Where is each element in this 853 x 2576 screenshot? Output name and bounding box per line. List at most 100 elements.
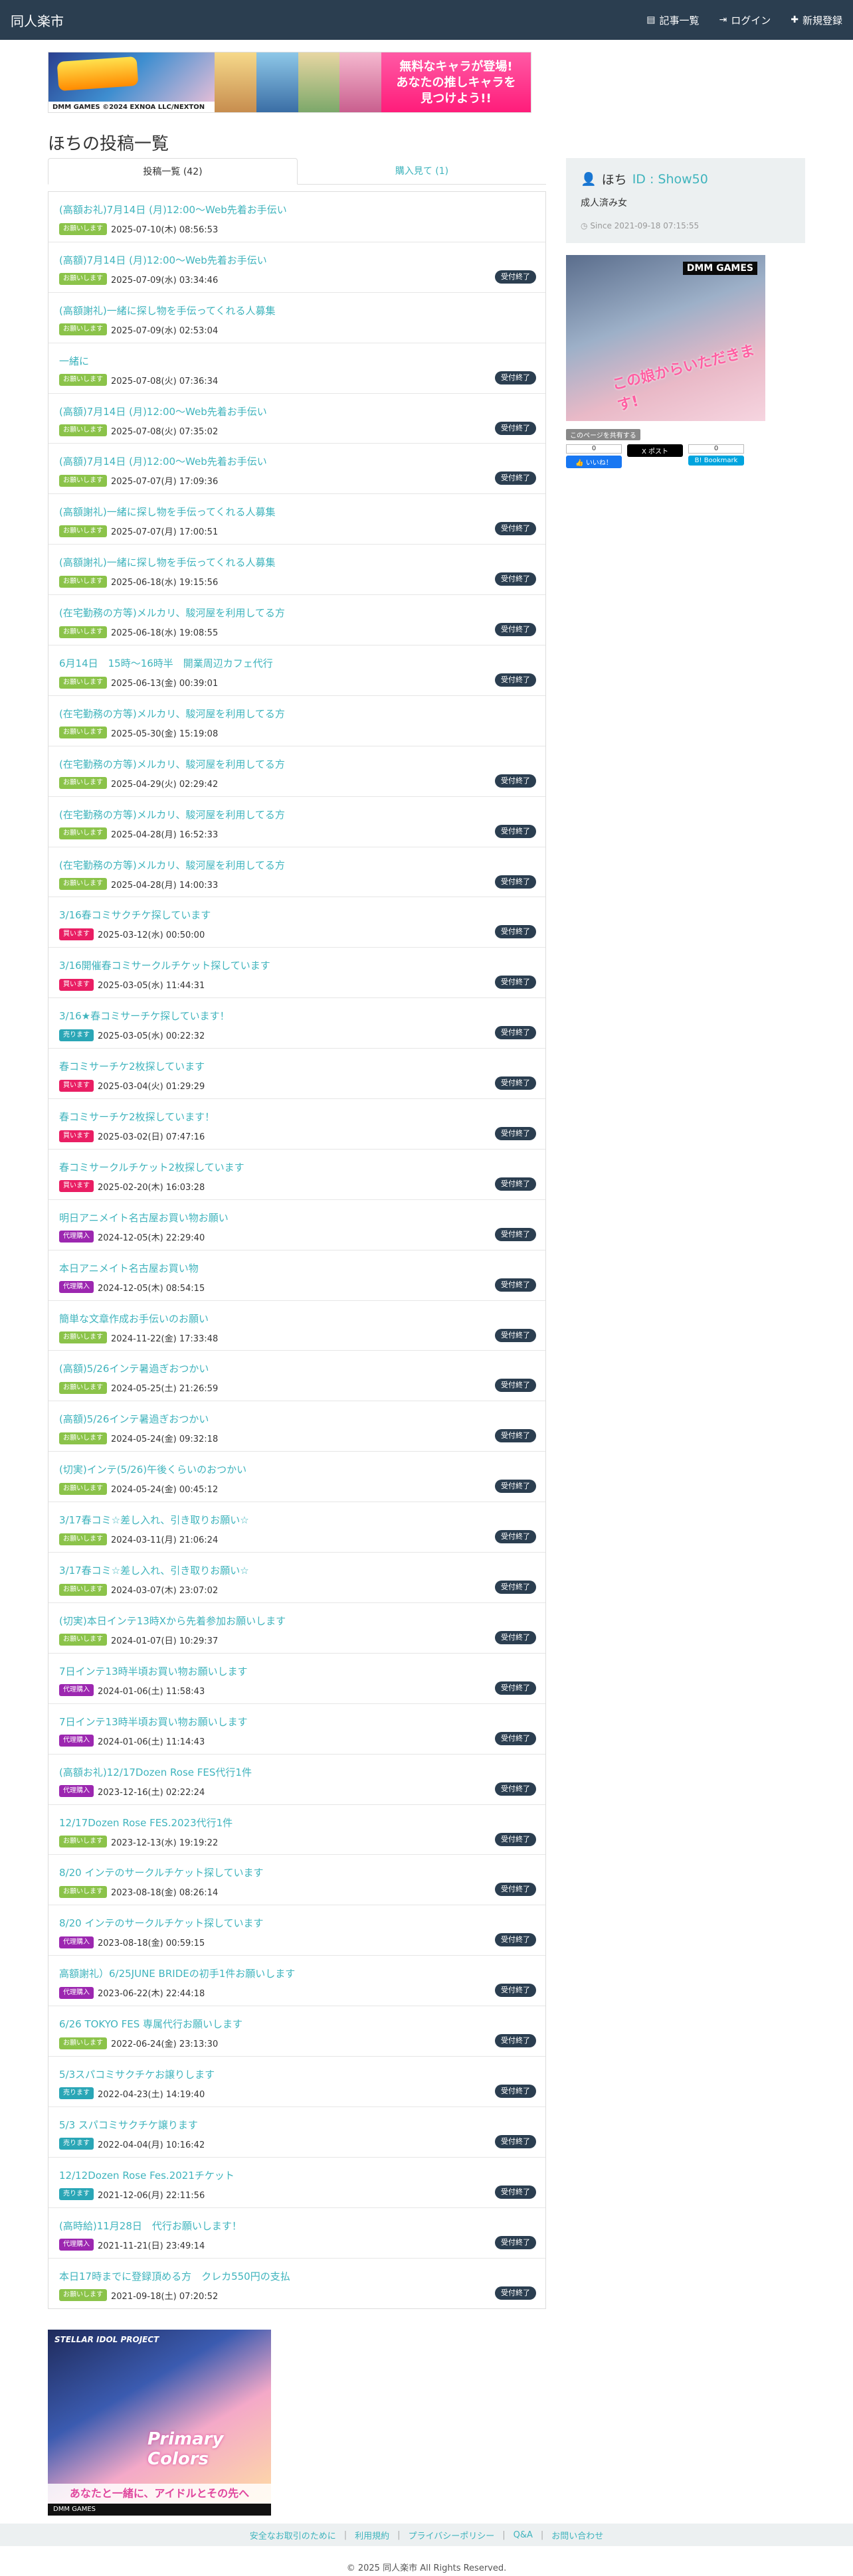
- post-date: 2025-03-05(水) 00:22:32: [98, 1031, 205, 1042]
- post-title-link[interactable]: 簡単な文章作成お手伝いのお願い: [59, 1312, 209, 1326]
- post-date: 2025-07-07(月) 17:00:51: [111, 527, 219, 538]
- post-title-link[interactable]: 高額謝礼）6/25JUNE BRIDEの初手1件お願いします: [59, 1966, 295, 1980]
- post-meta: お願いします 2025-07-09(水) 03:34:46: [59, 273, 218, 286]
- status-badge: 受付終了: [495, 1832, 536, 1846]
- post-title-link[interactable]: 3/16春コミサクチケ探しています: [59, 908, 211, 922]
- post-title-link[interactable]: 5/3スパコミサクチケお譲りします: [59, 2067, 215, 2081]
- post-title-link[interactable]: (高額お礼)7月14日 (月)12:00〜Web先着お手伝い: [59, 203, 287, 216]
- post-title-link[interactable]: (高額謝礼)一緒に探し物を手伝ってくれる人募集: [59, 303, 276, 317]
- post-title-link[interactable]: (在宅勤務の方等)メルカリ、駿河屋を利用してる方: [59, 757, 285, 771]
- status-badge: 受付終了: [495, 774, 536, 788]
- post-title-link[interactable]: (高額)7月14日 (月)12:00〜Web先着お手伝い: [59, 404, 267, 418]
- post-item: (切実)インテ(5/26)午後くらいのおつかい お願いします 2024-05-24(…: [48, 1452, 545, 1503]
- post-date: 2023-08-18(金) 00:59:15: [98, 1938, 205, 1949]
- clock-icon: ◷: [581, 221, 588, 230]
- post-title-link[interactable]: (高額)7月14日 (月)12:00〜Web先着お手伝い: [59, 454, 267, 468]
- post-meta: お願いします 2025-06-18(水) 19:15:56: [59, 575, 218, 588]
- post-title-link[interactable]: 3/16開催春コミサークルチケット探しています: [59, 958, 270, 972]
- footer-separator: |: [343, 2530, 347, 2540]
- hatena-bookmark-button[interactable]: 0 B! Bookmark: [688, 444, 744, 466]
- post-title-link[interactable]: (高額)5/26インテ暑過ぎおつかい: [59, 1412, 209, 1426]
- post-title-link[interactable]: (在宅勤務の方等)メルカリ、駿河屋を利用してる方: [59, 858, 285, 872]
- footer-separator: |: [540, 2530, 544, 2540]
- side-ad-banner[interactable]: DMM GAMES この娘からいただきます!: [566, 255, 765, 421]
- thumbs-up-icon: 👍: [575, 460, 584, 467]
- post-title-link[interactable]: 本日アニメイト名古屋お買い物: [59, 1261, 199, 1275]
- post-title-link[interactable]: 8/20 インテのサークルチケット探しています: [59, 1865, 264, 1879]
- post-date: 2024-05-24(金) 09:32:18: [111, 1434, 219, 1445]
- post-title-link[interactable]: (高額)7月14日 (月)12:00〜Web先着お手伝い: [59, 253, 267, 267]
- post-title-link[interactable]: (高時給)11月28日 代行お願いします！: [59, 2219, 242, 2233]
- tab-posts[interactable]: 投稿一覧 (42): [48, 158, 298, 185]
- footer-link-contact[interactable]: お問い合わせ: [551, 2529, 603, 2541]
- nav-articles-link[interactable]: ▤ 記事一覧: [646, 13, 699, 27]
- footer-link-safety[interactable]: 安全なお取引のために: [250, 2529, 336, 2541]
- brand-logo[interactable]: 同人楽市: [11, 11, 64, 30]
- footer-link-terms[interactable]: 利用規約: [355, 2529, 389, 2541]
- post-date: 2025-07-09(水) 03:34:46: [111, 275, 219, 286]
- bottom-ad-banner[interactable]: STELLAR IDOL PROJECT Primary Colors あなたと…: [48, 2330, 271, 2516]
- status-badge: 受付終了: [495, 875, 536, 889]
- post-date: 2025-02-20(木) 16:03:28: [98, 1182, 205, 1193]
- post-title-link[interactable]: (在宅勤務の方等)メルカリ、駿河屋を利用してる方: [59, 808, 285, 821]
- post-title-link[interactable]: (高額謝礼)一緒に探し物を手伝ってくれる人募集: [59, 555, 276, 569]
- post-title-link[interactable]: 3/17春コミ☆差し入れ、引き取りお願い☆: [59, 1513, 249, 1527]
- post-title-link[interactable]: (高額)5/26インテ暑過ぎおつかい: [59, 1361, 209, 1375]
- tab-purchases[interactable]: 購入見て (1): [298, 158, 546, 184]
- post-item: 12/17Dozen Rose FES.2023代行1件 お願いします 2023-1…: [48, 1805, 545, 1855]
- footer-link-privacy[interactable]: プライバシーポリシー: [409, 2529, 495, 2541]
- facebook-like-button[interactable]: 0 👍 いいね！: [566, 444, 622, 468]
- character-image: [298, 52, 340, 112]
- category-badge: お願いします: [59, 676, 107, 689]
- post-date: 2025-03-05(水) 11:44:31: [98, 981, 205, 991]
- post-meta: お願いします 2024-05-25(土) 21:26:59: [59, 1381, 218, 1394]
- post-item: 一緒に お願いします 2025-07-08(火) 07:36:34 受付終了: [48, 343, 545, 394]
- post-title-link[interactable]: (高額お礼)12/17Dozen Rose FES代行1件: [59, 1765, 252, 1779]
- profile-card: 👤 ほち ID : Show50 成人済み女 ◷ Since 2021-09-1…: [566, 158, 805, 243]
- post-title-link[interactable]: (切実)本日インテ13時Xから先着参加お願いします: [59, 1614, 286, 1628]
- post-title-link[interactable]: (高額謝礼)一緒に探し物を手伝ってくれる人募集: [59, 505, 276, 519]
- category-badge: 売ります: [59, 2138, 94, 2150]
- status-badge: 受付終了: [495, 1177, 536, 1191]
- post-title-link[interactable]: (切実)インテ(5/26)午後くらいのおつかい: [59, 1462, 246, 1476]
- nav-signup-link[interactable]: ✚ 新規登録: [791, 13, 842, 27]
- category-badge: お願いします: [59, 2037, 107, 2049]
- profile-uid[interactable]: ID : Show50: [632, 172, 708, 187]
- post-date: 2025-03-12(水) 00:50:00: [98, 930, 205, 941]
- post-title-link[interactable]: 12/17Dozen Rose FES.2023代行1件: [59, 1816, 233, 1830]
- post-title-link[interactable]: 6/26 TOKYO FES 専属代行お願いします: [59, 2017, 242, 2031]
- post-title-link[interactable]: 春コミサーチケ2枚探しています！: [59, 1110, 215, 1124]
- post-item: 8/20 インテのサークルチケット探しています 代理購入 2023-08-18(金)…: [48, 1905, 545, 1956]
- post-title-link[interactable]: 本日17時までに登録頂める方 クレカ550円の支払: [59, 2269, 290, 2283]
- category-badge: 買います: [59, 978, 94, 991]
- nav-login-link[interactable]: ⇥ ログイン: [719, 13, 771, 27]
- post-title-link[interactable]: 8/20 インテのサークルチケット探しています: [59, 1916, 264, 1930]
- top-ad-banner[interactable]: DMM GAMES ©2024 EXNOA LLC/NEXTON 無料なキャラが…: [48, 52, 531, 113]
- footer-link-faq[interactable]: Q&A: [514, 2530, 533, 2540]
- post-title-link[interactable]: (在宅勤務の方等)メルカリ、駿河屋を利用してる方: [59, 707, 285, 721]
- post-date: 2025-07-08(火) 07:36:34: [111, 376, 219, 386]
- post-meta: 代理購入 2023-08-18(金) 00:59:15: [59, 1936, 205, 1948]
- post-title-link[interactable]: 春コミサーチケ2枚探しています: [59, 1059, 205, 1073]
- post-title-link[interactable]: 春コミサークルチケット2枚探しています: [59, 1160, 244, 1174]
- post-title-link[interactable]: 7日インテ13時半頃お買い物お願いします: [59, 1664, 248, 1678]
- post-title-link[interactable]: 12/12Dozen Rose Fes.2021チケット: [59, 2168, 235, 2182]
- post-title-link[interactable]: (在宅勤務の方等)メルカリ、駿河屋を利用してる方: [59, 606, 285, 620]
- post-item: 3/17春コミ☆差し入れ、引き取りお願い☆ お願いします 2024-03-11(月)…: [48, 1502, 545, 1553]
- category-badge: お願いします: [59, 323, 107, 336]
- post-title-link[interactable]: 6月14日 15時〜16時半 開業周辺カフェ代行: [59, 656, 273, 670]
- category-badge: お願いします: [59, 374, 107, 386]
- post-title-link[interactable]: 明日アニメイト名古屋お買い物お願い: [59, 1211, 229, 1225]
- post-title-link[interactable]: 一緒に: [59, 354, 89, 368]
- category-badge: 買います: [59, 1079, 94, 1092]
- x-post-button[interactable]: X ポスト: [627, 444, 683, 457]
- nav-login-label: ログイン: [731, 14, 771, 27]
- post-title-link[interactable]: 5/3 スパコミサクチケ譲ります: [59, 2118, 198, 2132]
- post-title-link[interactable]: 7日インテ13時半頃お買い物お願いします: [59, 1715, 248, 1729]
- category-badge: お願いします: [59, 1885, 107, 1898]
- navbar: 同人楽市 ▤ 記事一覧 ⇥ ログイン ✚ 新規登録: [0, 0, 853, 40]
- post-item: 3/16春コミサクチケ探しています 買います 2025-03-12(水) 00:50…: [48, 897, 545, 948]
- status-badge: 受付終了: [495, 1127, 536, 1141]
- post-title-link[interactable]: 3/16★春コミサーチケ探しています！: [59, 1009, 230, 1023]
- post-title-link[interactable]: 3/17春コミ☆差し入れ、引き取りお願い☆: [59, 1563, 249, 1577]
